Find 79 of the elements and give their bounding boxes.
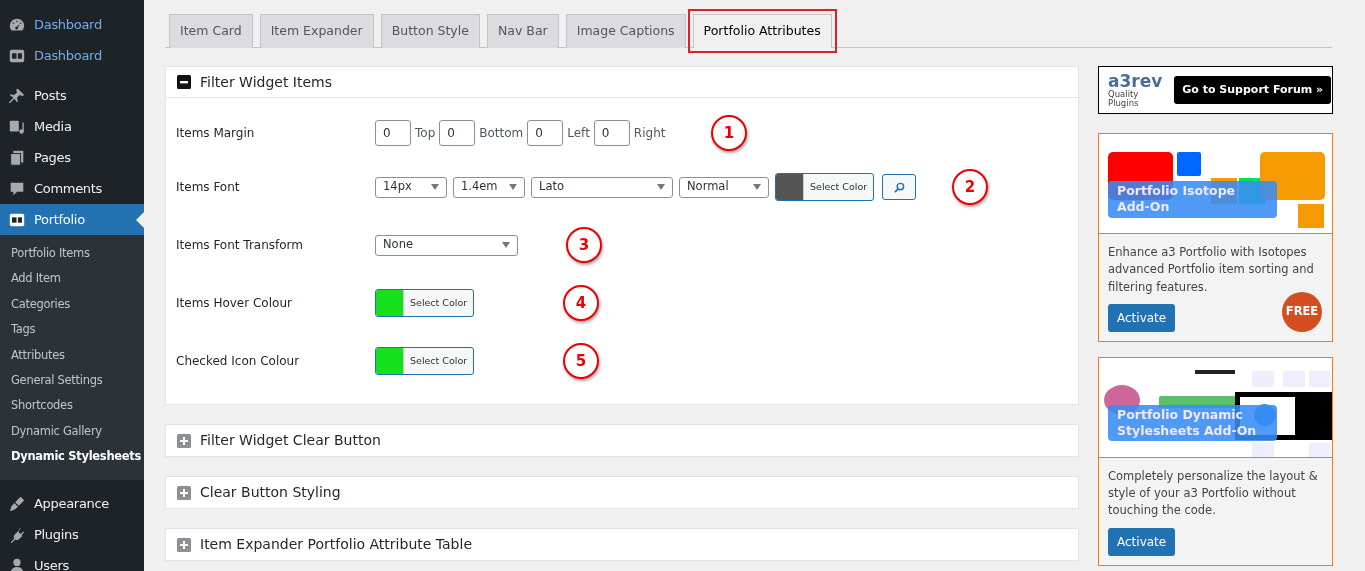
unit-label: Top [415, 125, 436, 142]
panel-title[interactable]: Clear Button Styling [200, 482, 341, 503]
field-label: Checked Icon Colour [176, 353, 301, 370]
field-label: Items Margin [176, 125, 256, 142]
tab[interactable]: Image Captions [565, 14, 686, 48]
annotation-marker: 1 [711, 115, 747, 151]
annotation-marker: 2 [952, 169, 988, 205]
annotation-marker: 4 [563, 285, 599, 321]
submenu-item[interactable]: General Settings [0, 367, 144, 394]
color-picker-button[interactable]: Select Color [775, 173, 875, 201]
dropdown[interactable]: 1.4em [453, 176, 525, 198]
logo-text: a3rev [1108, 73, 1163, 90]
tab[interactable]: Nav Bar [486, 14, 559, 48]
activate-button[interactable]: Activate [1108, 303, 1176, 332]
caret-icon [502, 242, 510, 248]
free-badge: FREE [1282, 291, 1322, 332]
brush-icon [8, 495, 26, 513]
dropdown[interactable]: Lato [531, 176, 673, 198]
search-icon [893, 181, 905, 193]
menu-item[interactable]: Media [0, 111, 144, 142]
color-picker-button[interactable]: Select Color [375, 347, 475, 375]
tab[interactable]: Button Style [380, 14, 480, 48]
addon-description: Completely personalize the layout & style of your a3 Portfolio without touching the code. [1108, 467, 1319, 520]
menu-item[interactable]: Users [0, 550, 144, 571]
annotation-marker: 3 [566, 227, 602, 263]
menu-item[interactable]: Pages [0, 142, 144, 173]
pages-icon [8, 148, 26, 167]
caret-icon [509, 184, 517, 190]
menu-item[interactable]: Portfolio [0, 204, 144, 235]
number-field[interactable]: 0 [593, 120, 630, 146]
expand-icon[interactable] [177, 433, 191, 448]
expand-icon[interactable] [177, 485, 191, 500]
dropdown[interactable]: Normal [679, 176, 769, 198]
logo-tagline: Quality Plugins [1108, 90, 1140, 107]
pin-icon [8, 86, 26, 105]
submenu-item[interactable]: Tags [0, 317, 144, 343]
unit-label: Bottom [479, 125, 524, 142]
submenu-item[interactable]: Dynamic Stylesheets [0, 444, 144, 470]
field-label: Items Hover Colour [176, 295, 293, 312]
user-icon [8, 557, 26, 571]
tab[interactable]: Item Card [169, 14, 253, 48]
caret-icon [657, 184, 665, 190]
menu-item[interactable]: Dashboard [0, 9, 144, 40]
unit-label: Left [567, 125, 590, 142]
banner-title: Portfolio Isotope Add-On [1108, 181, 1277, 218]
menu-item[interactable]: Appearance [0, 488, 144, 520]
caret-icon [753, 184, 761, 190]
number-field[interactable]: 0 [375, 120, 411, 146]
menu-item[interactable]: Comments [0, 173, 144, 204]
panel-title[interactable]: Item Expander Portfolio Attribute Table [200, 534, 472, 555]
submenu-item[interactable]: Shortcodes [0, 393, 144, 419]
support-forum-button[interactable]: Go to Support Forum » [1174, 75, 1332, 105]
unit-label: Right [633, 125, 666, 142]
submenu-item[interactable]: Portfolio Items [0, 241, 144, 267]
activate-button[interactable]: Activate [1108, 527, 1176, 556]
plug-icon [8, 526, 26, 544]
banner-title: Portfolio Dynamic Stylesheets Add-On [1108, 404, 1277, 442]
field-label: Items Font Transform [176, 237, 304, 254]
dropdown[interactable]: None [375, 234, 518, 256]
annotation-marker: 5 [563, 343, 599, 379]
tab[interactable]: Item Expander [259, 14, 374, 48]
number-field[interactable]: 0 [439, 120, 476, 146]
caret-icon [431, 184, 439, 190]
field-label: Items Font [176, 179, 241, 196]
submenu-item[interactable]: Attributes [0, 342, 144, 368]
panel-title[interactable]: Filter Widget Clear Button [200, 430, 381, 451]
panel-title[interactable]: Filter Widget Items [200, 71, 333, 93]
dropdown[interactable]: 14px [375, 176, 447, 198]
menu-item[interactable]: Plugins [0, 519, 144, 551]
preview-button[interactable] [882, 174, 917, 200]
submenu-item[interactable]: Categories [0, 291, 144, 318]
menu-item[interactable]: Posts [0, 80, 144, 111]
expand-icon[interactable] [177, 537, 191, 552]
submenu-item[interactable]: Add Item [0, 266, 144, 292]
submenu-item[interactable]: Dynamic Gallery [0, 418, 144, 445]
color-picker-button[interactable]: Select Color [375, 289, 475, 317]
number-field[interactable]: 0 [527, 120, 564, 146]
menu-item[interactable]: Dashboard [0, 40, 144, 71]
collapse-icon[interactable] [177, 75, 191, 89]
